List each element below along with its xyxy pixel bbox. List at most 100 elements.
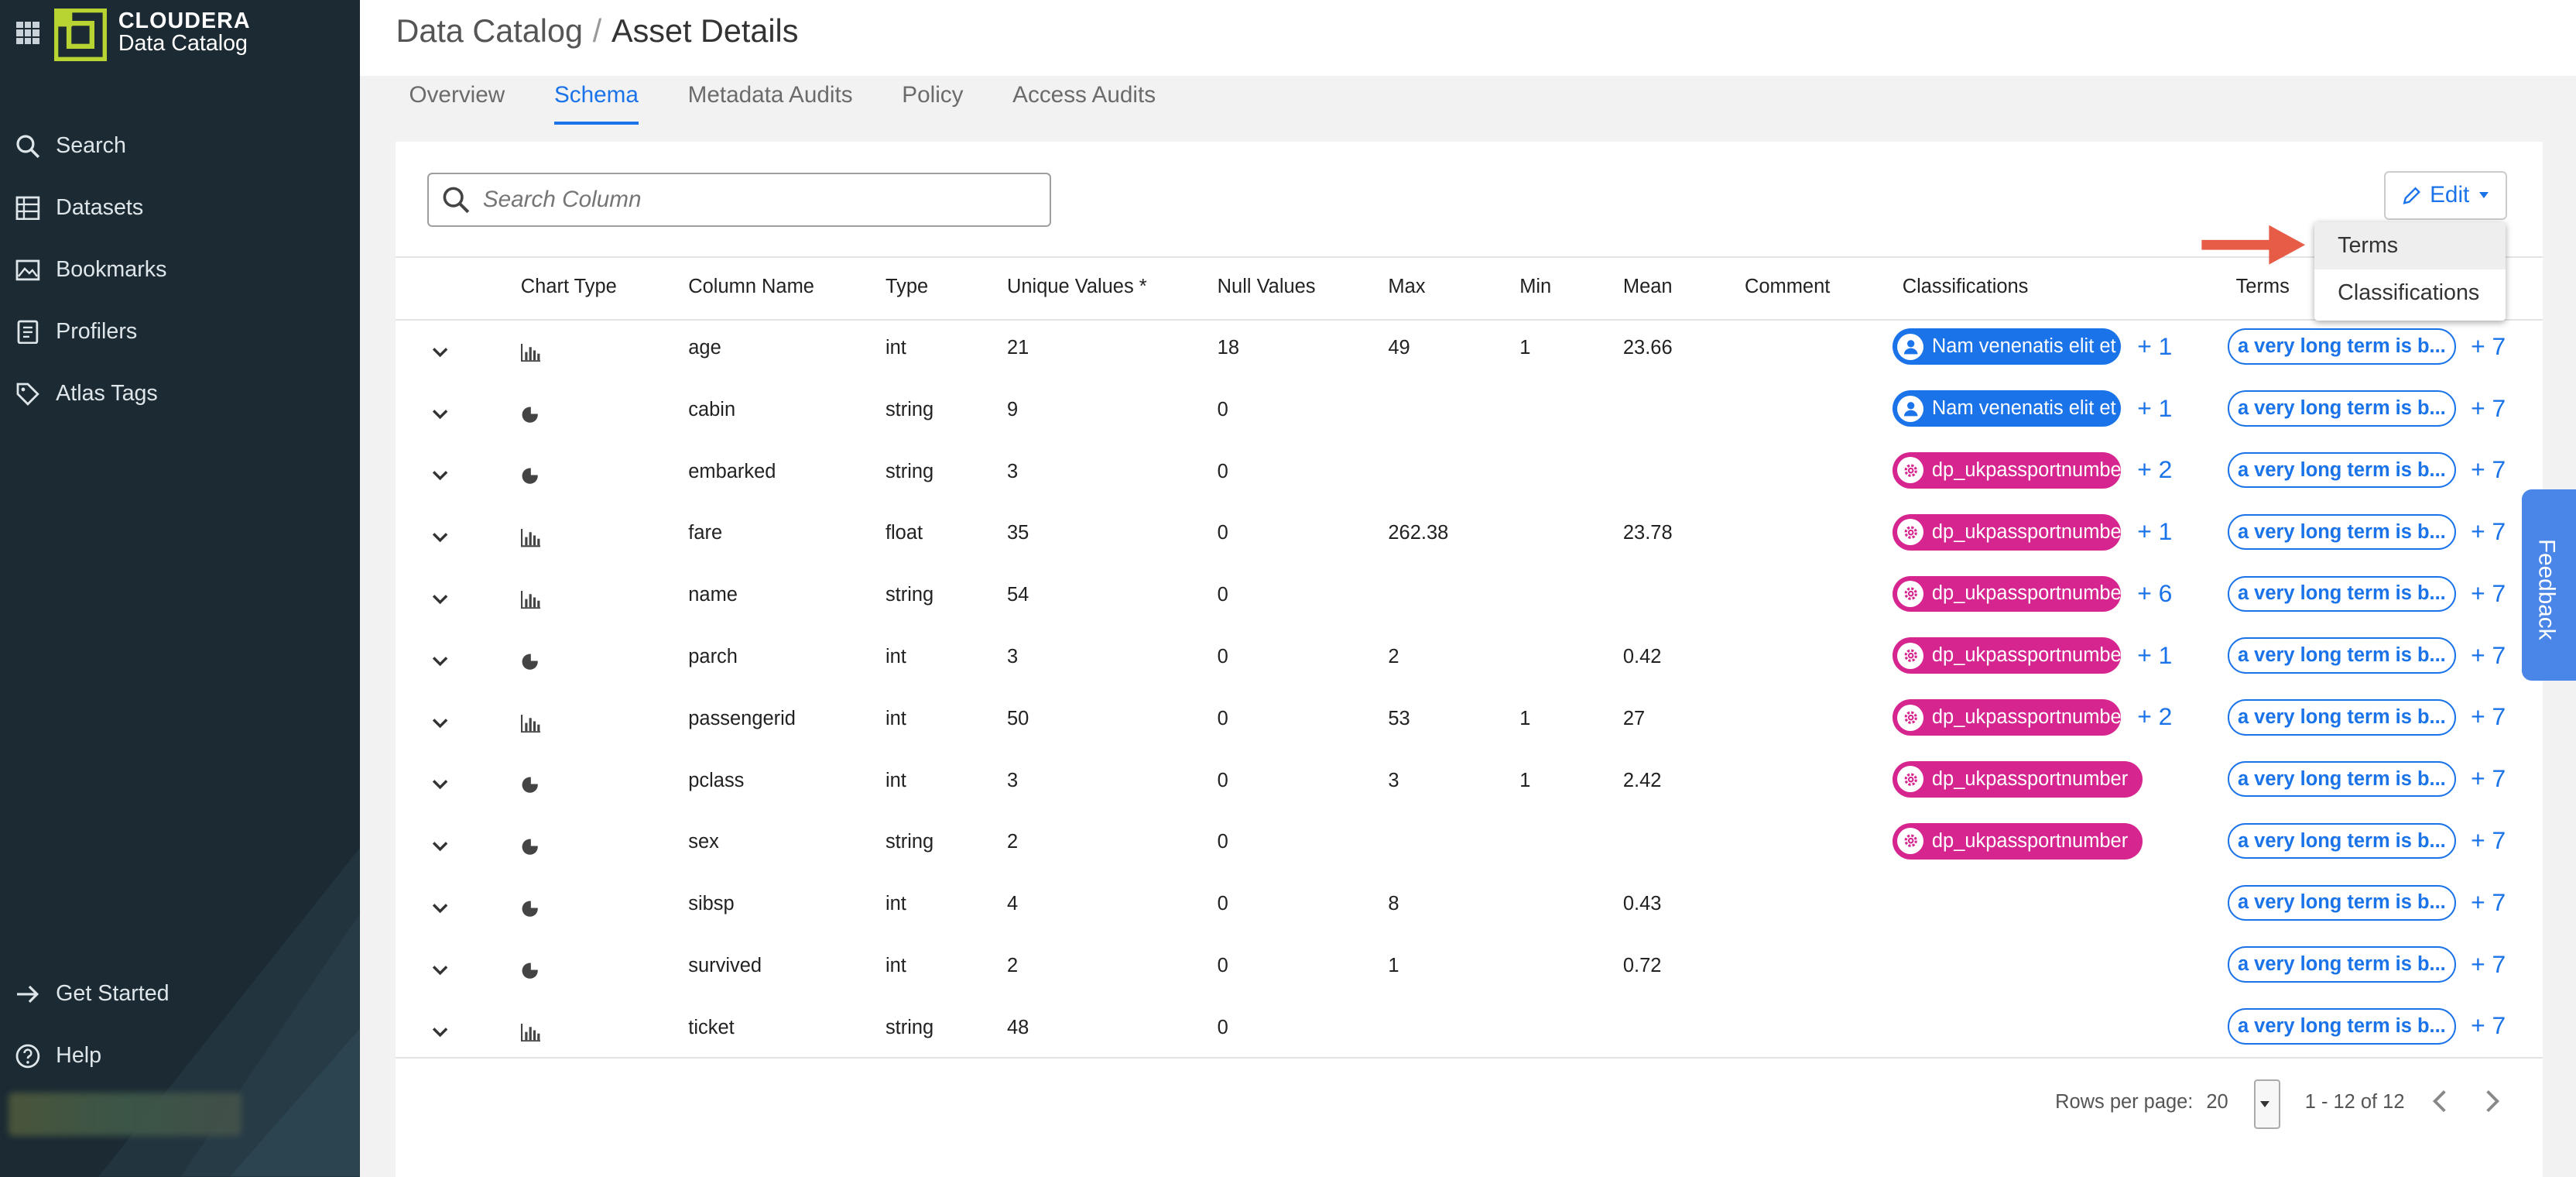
bar-chart-icon[interactable] — [520, 338, 541, 362]
edit-button[interactable]: Edit — [2383, 170, 2507, 221]
chevron-right-icon[interactable] — [2479, 1086, 2506, 1116]
term-chip[interactable]: a very long term is b... — [2227, 390, 2456, 427]
header-column-name[interactable]: Column Name — [688, 276, 814, 298]
bar-chart-icon[interactable] — [520, 709, 541, 733]
term-more-count[interactable]: + 7 — [2471, 517, 2506, 546]
classification-chip[interactable]: dp_ukpassportnumber — [1892, 637, 2121, 674]
header-max[interactable]: Max — [1388, 276, 1425, 298]
term-more-count[interactable]: + 7 — [2471, 455, 2506, 484]
classification-more-count[interactable]: + 6 — [2137, 579, 2172, 608]
classification-chip[interactable]: Nam venenatis elit et ... — [1892, 328, 2121, 365]
table-row[interactable]: age int 21 18 49 1 23.66 Nam venenatis elit et … — [396, 317, 2543, 379]
expand-chevron-icon[interactable] — [432, 831, 448, 852]
term-chip[interactable]: a very long term is b... — [2227, 1008, 2456, 1045]
table-row[interactable]: passengerid int 50 0 53 1 27 dp_ukpassportnumbe… — [396, 688, 2543, 750]
tab-overview[interactable]: Overview — [409, 76, 505, 125]
sidebar-item-help[interactable]: Help — [0, 1025, 360, 1087]
expand-chevron-icon[interactable] — [432, 708, 448, 728]
table-row[interactable]: sex string 2 0 dp_ukpassportnumber a very lon… — [396, 812, 2543, 873]
classification-more-count[interactable]: + 1 — [2137, 641, 2172, 670]
classification-chip[interactable]: dp_ukpassportnumber — [1892, 513, 2121, 551]
classification-more-count[interactable]: + 2 — [2137, 455, 2172, 484]
table-row[interactable]: survived int 2 0 1 0.72 a very long term is b.… — [396, 935, 2543, 997]
chevron-left-icon[interactable] — [2427, 1086, 2453, 1116]
table-row[interactable]: pclass int 3 0 3 1 2.42 dp_ukpassportnumber a ve… — [396, 750, 2543, 812]
term-more-count[interactable]: + 7 — [2471, 641, 2506, 670]
header-null-values[interactable]: Null Values — [1218, 276, 1316, 298]
apps-grid-icon[interactable] — [16, 21, 39, 45]
expand-chevron-icon[interactable] — [432, 522, 448, 543]
menu-item-classifications[interactable]: Classifications — [2314, 269, 2505, 317]
term-chip[interactable]: a very long term is b... — [2227, 884, 2456, 921]
table-row[interactable]: embarked string 3 0 dp_ukpassportnumber + 2 a … — [396, 441, 2543, 503]
table-row[interactable]: name string 54 0 dp_ukpassportnumber + 6 a ver… — [396, 564, 2543, 626]
breadcrumb-root[interactable]: Data Catalog — [396, 13, 583, 49]
tab-access-audits[interactable]: Access Audits — [1012, 76, 1156, 125]
term-more-count[interactable]: + 7 — [2471, 1011, 2506, 1040]
pie-chart-icon[interactable] — [521, 462, 540, 485]
expand-chevron-icon[interactable] — [432, 584, 448, 605]
term-more-count[interactable]: + 7 — [2471, 394, 2506, 423]
classification-chip[interactable]: dp_ukpassportnumber — [1892, 761, 2143, 798]
expand-chevron-icon[interactable] — [432, 893, 448, 914]
header-comment[interactable]: Comment — [1745, 276, 1830, 298]
menu-item-terms[interactable]: Terms — [2314, 221, 2506, 270]
expand-chevron-icon[interactable] — [432, 646, 448, 667]
expand-chevron-icon[interactable] — [432, 461, 448, 481]
term-chip[interactable]: a very long term is b... — [2227, 822, 2456, 860]
feedback-tab[interactable]: Feedback — [2521, 489, 2576, 681]
expand-chevron-icon[interactable] — [432, 955, 448, 976]
rows-per-page-select[interactable] — [2253, 1079, 2280, 1129]
tab-policy[interactable]: Policy — [902, 76, 963, 125]
table-row[interactable]: fare float 35 0 262.38 23.78 dp_ukpassportnumb… — [396, 503, 2543, 564]
term-chip[interactable]: a very long term is b... — [2227, 637, 2456, 674]
search-column-input[interactable] — [479, 184, 1029, 214]
expand-chevron-icon[interactable] — [432, 399, 448, 419]
sidebar-item-profilers[interactable]: Profilers — [0, 301, 360, 363]
header-terms[interactable]: Terms — [2236, 276, 2290, 298]
header-unique-values[interactable]: Unique Values * — [1007, 276, 1147, 298]
classification-more-count[interactable]: + 2 — [2137, 702, 2172, 731]
sidebar-item-bookmarks[interactable]: Bookmarks — [0, 239, 360, 301]
classification-chip[interactable]: Nam venenatis elit et ... — [1892, 390, 2121, 427]
classification-chip[interactable]: dp_ukpassportnumber — [1892, 699, 2121, 736]
term-chip[interactable]: a very long term is b... — [2227, 452, 2456, 489]
classification-chip[interactable]: dp_ukpassportnumber — [1892, 575, 2121, 613]
user-profile[interactable] — [8, 1093, 242, 1136]
table-row[interactable]: sibsp int 4 0 8 0.43 a very long term is b... +… — [396, 873, 2543, 935]
table-row[interactable]: cabin string 9 0 Nam venenatis elit et ... + … — [396, 379, 2543, 441]
classification-more-count[interactable]: + 1 — [2137, 332, 2172, 361]
term-chip[interactable]: a very long term is b... — [2227, 328, 2456, 365]
pie-chart-icon[interactable] — [521, 400, 540, 423]
sidebar-item-search[interactable]: Search — [0, 115, 360, 177]
pie-chart-icon[interactable] — [521, 833, 540, 856]
term-more-count[interactable]: + 7 — [2471, 579, 2506, 608]
tab-metadata-audits[interactable]: Metadata Audits — [688, 76, 853, 125]
term-chip[interactable]: a very long term is b... — [2227, 513, 2456, 551]
header-type[interactable]: Type — [886, 276, 928, 298]
classification-chip[interactable]: dp_ukpassportnumber — [1892, 452, 2121, 489]
bar-chart-icon[interactable] — [520, 524, 541, 547]
sidebar-item-datasets[interactable]: Datasets — [0, 177, 360, 239]
term-more-count[interactable]: + 7 — [2471, 950, 2506, 979]
term-more-count[interactable]: + 7 — [2471, 702, 2506, 731]
table-row[interactable]: parch int 3 0 2 0.42 dp_ukpassportnumber + 1 a v… — [396, 626, 2543, 688]
term-more-count[interactable]: + 7 — [2471, 888, 2506, 917]
bar-chart-icon[interactable] — [520, 1018, 541, 1041]
table-row[interactable]: ticket string 48 0 a very long term is b... +… — [396, 997, 2543, 1059]
rows-per-page-value[interactable]: 20 — [2206, 1091, 2228, 1114]
term-chip[interactable]: a very long term is b... — [2227, 575, 2456, 613]
bar-chart-icon[interactable] — [520, 585, 541, 609]
classification-more-count[interactable]: + 1 — [2137, 394, 2172, 423]
classification-chip[interactable]: dp_ukpassportnumber — [1892, 822, 2143, 860]
classification-more-count[interactable]: + 1 — [2137, 517, 2172, 546]
header-min[interactable]: Min — [1519, 276, 1551, 298]
term-chip[interactable]: a very long term is b... — [2227, 761, 2456, 798]
term-chip[interactable]: a very long term is b... — [2227, 946, 2456, 983]
sidebar-item-get-started[interactable]: Get Started — [0, 963, 360, 1025]
term-more-count[interactable]: + 7 — [2471, 764, 2506, 793]
pie-chart-icon[interactable] — [521, 771, 540, 794]
cloudera-logo[interactable] — [54, 8, 107, 61]
pie-chart-icon[interactable] — [521, 894, 540, 917]
pie-chart-icon[interactable] — [521, 956, 540, 979]
